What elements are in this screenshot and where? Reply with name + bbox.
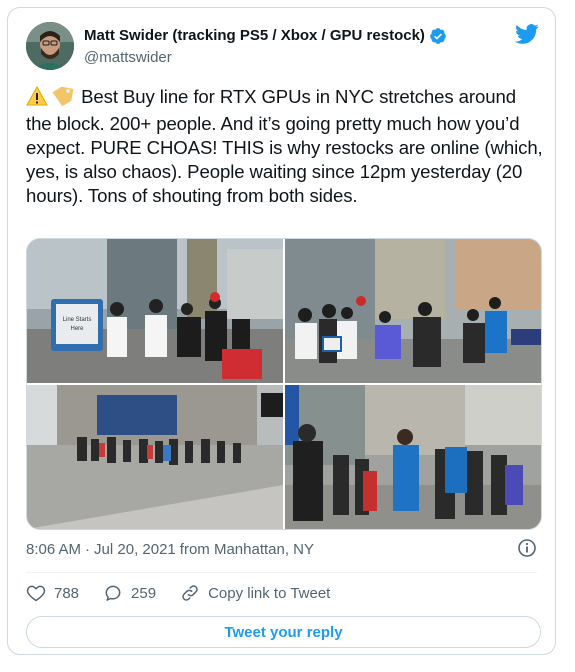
tweet-meta: 8:06 AM · Jul 20, 2021 from Manhattan, N… [26,541,314,558]
photo-4-image [285,385,541,529]
tweet-text: Best Buy line for RTX GPUs in NYC stretc… [26,85,546,208]
reply-bubble-icon [105,585,121,601]
meta-separator: · [85,541,91,558]
tweet-card: Matt Swider (tracking PS5 / Xbox / GPU r… [7,7,556,655]
like-button[interactable]: 788 [26,583,79,603]
display-name[interactable]: Matt Swider (tracking PS5 / Xbox / GPU r… [84,26,447,46]
author-block[interactable]: Matt Swider (tracking PS5 / Xbox / GPU r… [84,26,447,68]
reply-count: 259 [131,584,157,602]
tweet-reply-button[interactable]: Tweet your reply [26,616,541,648]
info-icon[interactable] [517,538,537,558]
action-bar: 788 259 Copy link to Tweet [26,583,354,603]
photo-3[interactable] [27,385,283,529]
heart-icon [26,585,46,602]
display-name-text[interactable]: Matt Swider (tracking PS5 / Xbox / GPU r… [84,26,425,46]
handle[interactable]: @mattswider [84,48,447,68]
photo-3-image [27,385,283,529]
copy-link-button[interactable]: Copy link to Tweet [180,583,330,603]
photo-1[interactable]: Line Starts Here [27,239,283,383]
divider [26,572,537,573]
photo-grid: Line Starts Here [26,238,542,530]
tweet-location[interactable]: from Manhattan, NY [180,541,314,558]
photo-2[interactable] [285,239,541,383]
svg-text:Line Starts: Line Starts [63,317,92,323]
warning-icon [26,85,48,112]
link-icon [182,585,198,601]
photo-2-image [285,239,541,383]
avatar-image [26,22,74,70]
tweet-time[interactable]: 8:06 AM [26,541,81,558]
copy-link-label: Copy link to Tweet [208,584,331,602]
like-count: 788 [54,584,80,602]
photo-1-image: Line Starts Here [27,239,283,383]
label-tag-icon [50,86,74,112]
twitter-bird-icon[interactable] [515,24,539,44]
tweet-body: Best Buy line for RTX GPUs in NYC stretc… [26,86,548,206]
svg-text:Here: Here [70,326,84,332]
reply-count-button[interactable]: 259 [103,583,156,603]
tweet-date[interactable]: Jul 20, 2021 [94,541,176,558]
photo-4[interactable] [285,385,541,529]
verified-badge-icon [430,28,446,44]
avatar[interactable] [26,22,74,70]
